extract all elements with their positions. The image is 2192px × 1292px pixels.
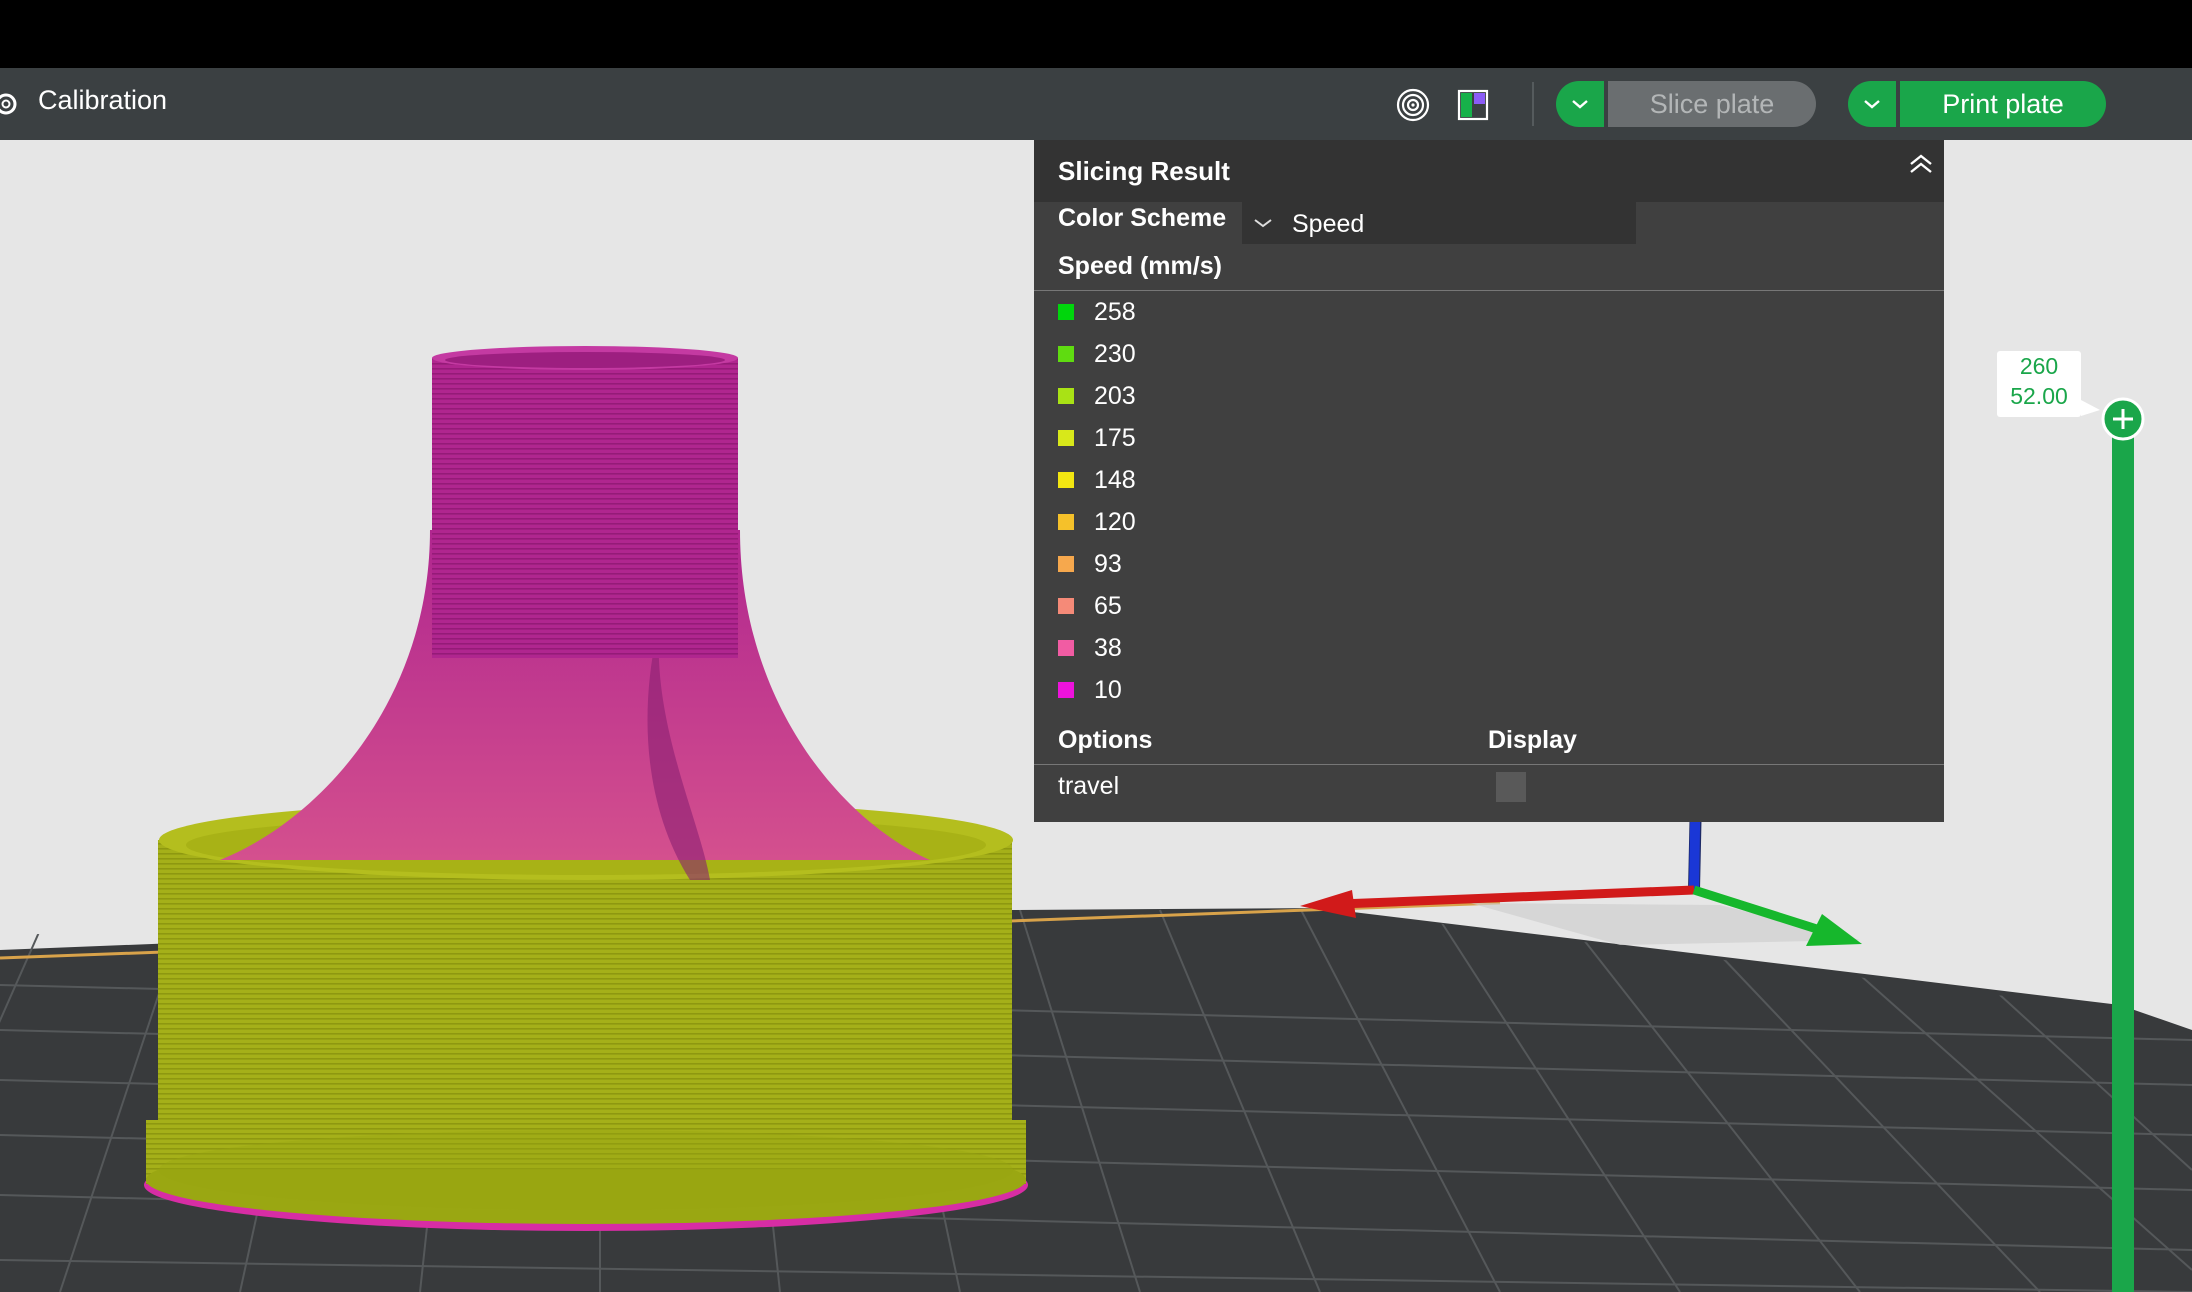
slice-options-button[interactable] xyxy=(1556,81,1604,127)
legend-swatch xyxy=(1058,304,1074,320)
legend-swatch xyxy=(1058,682,1074,698)
legend-item: 93 xyxy=(1058,544,1122,584)
layer-slider-tooltip: 260 52.00 xyxy=(1997,351,2081,417)
legend-item: 175 xyxy=(1058,418,1136,458)
print-plate-button[interactable]: Print plate xyxy=(1900,81,2106,127)
legend-swatch xyxy=(1058,640,1074,656)
legend-value: 148 xyxy=(1094,465,1136,494)
legend-value: 120 xyxy=(1094,507,1136,536)
legend-item: 203 xyxy=(1058,376,1136,416)
options-header: Options xyxy=(1058,726,1153,754)
legend-swatch xyxy=(1058,346,1074,362)
color-scheme-label: Color Scheme xyxy=(1058,204,1227,232)
toolbar-divider xyxy=(1532,82,1534,126)
slice-plate-button[interactable]: Slice plate xyxy=(1608,81,1816,127)
legend-value: 93 xyxy=(1094,549,1122,578)
legend-value: 258 xyxy=(1094,297,1136,326)
chevron-down-icon xyxy=(1572,100,1588,109)
legend-value: 38 xyxy=(1094,633,1122,662)
legend-value: 175 xyxy=(1094,423,1136,452)
legend-swatch xyxy=(1058,598,1074,614)
legend-item: 120 xyxy=(1058,502,1136,542)
divider xyxy=(1034,290,1944,291)
legend-item: 230 xyxy=(1058,334,1136,374)
color-scheme-value: Speed xyxy=(1292,210,1365,238)
legend-value: 203 xyxy=(1094,381,1136,410)
legend-swatch xyxy=(1058,514,1074,530)
legend-swatch xyxy=(1058,388,1074,404)
chevron-down-icon xyxy=(1254,219,1272,228)
legend-item: 148 xyxy=(1058,460,1136,500)
legend-item: 38 xyxy=(1058,628,1122,668)
print-options-button[interactable] xyxy=(1848,81,1896,127)
color-scheme-select[interactable]: Speed xyxy=(1242,202,1636,244)
chevron-down-icon xyxy=(1864,100,1880,109)
legend-value: 230 xyxy=(1094,339,1136,368)
travel-option-label: travel xyxy=(1058,772,1120,800)
legend-value: 65 xyxy=(1094,591,1122,620)
panel-title: Slicing Result xyxy=(1058,156,1230,186)
legend-swatch xyxy=(1058,472,1074,488)
legend-item: 258 xyxy=(1058,292,1136,332)
auto-orient-icon[interactable] xyxy=(1396,88,1430,122)
panel-header: Slicing Result xyxy=(1034,140,1944,202)
legend-swatch xyxy=(1058,556,1074,572)
legend-swatch xyxy=(1058,430,1074,446)
legend-item: 10 xyxy=(1058,670,1122,710)
toolbar: Calibration Slice plate Print plate xyxy=(0,68,2192,140)
legend-title: Speed (mm/s) xyxy=(1058,252,1222,280)
layer-height: 52.00 xyxy=(2010,383,2068,409)
arrange-icon[interactable] xyxy=(1456,88,1490,122)
slicing-result-panel: Slicing Result Color Scheme Speed Speed … xyxy=(1034,140,1944,822)
plate-title: Calibration xyxy=(38,85,168,115)
collapse-icon[interactable] xyxy=(1906,150,1936,180)
display-header: Display xyxy=(1488,726,1577,754)
layer-number: 260 xyxy=(2019,353,2059,379)
legend-value: 10 xyxy=(1094,675,1122,704)
window-titlebar xyxy=(0,0,2192,68)
divider xyxy=(1034,764,1944,765)
travel-display-checkbox[interactable] xyxy=(1496,772,1526,802)
legend-item: 65 xyxy=(1058,586,1122,626)
gear-icon[interactable] xyxy=(0,90,20,118)
